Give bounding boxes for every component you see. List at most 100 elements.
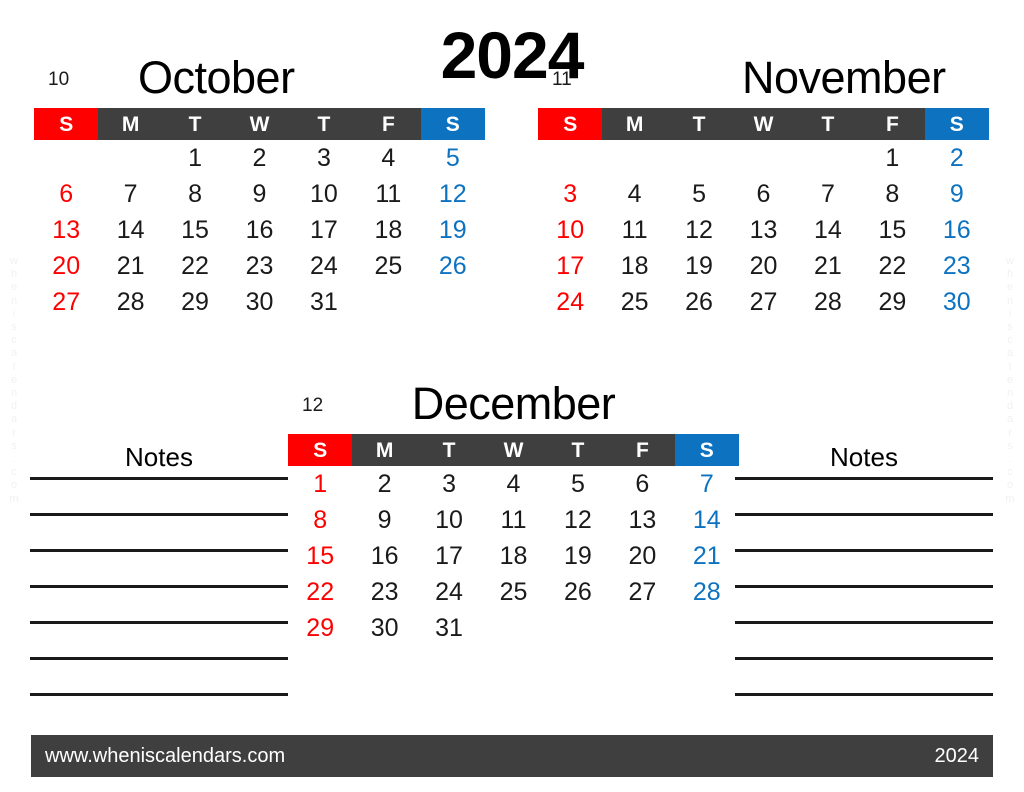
- day-cell[interactable]: 28: [675, 574, 739, 610]
- note-line[interactable]: [735, 513, 993, 516]
- day-cell[interactable]: 9: [352, 502, 416, 538]
- day-cell[interactable]: 21: [796, 248, 860, 284]
- day-cell[interactable]: 18: [356, 212, 420, 248]
- note-line[interactable]: [30, 657, 288, 660]
- day-cell[interactable]: 22: [288, 574, 352, 610]
- day-cell[interactable]: 5: [546, 466, 610, 502]
- day-cell[interactable]: 16: [227, 212, 291, 248]
- day-cell[interactable]: 28: [796, 284, 860, 320]
- day-cell[interactable]: 29: [288, 610, 352, 646]
- day-cell[interactable]: 26: [546, 574, 610, 610]
- day-cell[interactable]: 19: [546, 538, 610, 574]
- day-cell[interactable]: 30: [227, 284, 291, 320]
- day-cell[interactable]: 30: [925, 284, 989, 320]
- day-cell[interactable]: 30: [352, 610, 416, 646]
- day-cell[interactable]: 16: [925, 212, 989, 248]
- day-cell[interactable]: 13: [731, 212, 795, 248]
- day-cell[interactable]: 14: [796, 212, 860, 248]
- note-line[interactable]: [735, 549, 993, 552]
- day-cell[interactable]: 3: [417, 466, 481, 502]
- day-cell[interactable]: 7: [796, 176, 860, 212]
- day-cell[interactable]: 27: [610, 574, 674, 610]
- day-cell[interactable]: 11: [602, 212, 666, 248]
- day-cell[interactable]: 24: [292, 248, 356, 284]
- day-cell[interactable]: 26: [667, 284, 731, 320]
- day-cell[interactable]: 24: [417, 574, 481, 610]
- day-cell[interactable]: 18: [602, 248, 666, 284]
- day-cell[interactable]: 14: [98, 212, 162, 248]
- day-cell[interactable]: 18: [481, 538, 545, 574]
- day-cell[interactable]: 15: [860, 212, 924, 248]
- day-cell[interactable]: 27: [34, 284, 98, 320]
- day-cell[interactable]: 4: [602, 176, 666, 212]
- day-cell[interactable]: 29: [860, 284, 924, 320]
- day-cell[interactable]: 24: [538, 284, 602, 320]
- day-cell[interactable]: 12: [421, 176, 485, 212]
- note-line[interactable]: [30, 585, 288, 588]
- day-cell[interactable]: 23: [925, 248, 989, 284]
- note-line[interactable]: [735, 477, 993, 480]
- note-line[interactable]: [30, 549, 288, 552]
- day-cell[interactable]: 19: [667, 248, 731, 284]
- day-cell[interactable]: 19: [421, 212, 485, 248]
- day-cell[interactable]: 6: [610, 466, 674, 502]
- day-cell[interactable]: 16: [352, 538, 416, 574]
- day-cell[interactable]: 23: [227, 248, 291, 284]
- day-cell[interactable]: 15: [288, 538, 352, 574]
- day-cell[interactable]: 12: [546, 502, 610, 538]
- day-cell[interactable]: 31: [292, 284, 356, 320]
- day-cell[interactable]: 29: [163, 284, 227, 320]
- day-cell[interactable]: 17: [417, 538, 481, 574]
- day-cell[interactable]: 2: [925, 140, 989, 176]
- day-cell[interactable]: 1: [163, 140, 227, 176]
- day-cell[interactable]: 31: [417, 610, 481, 646]
- day-cell[interactable]: 2: [352, 466, 416, 502]
- note-line[interactable]: [30, 477, 288, 480]
- day-cell[interactable]: 14: [675, 502, 739, 538]
- day-cell[interactable]: 25: [602, 284, 666, 320]
- day-cell[interactable]: 10: [292, 176, 356, 212]
- day-cell[interactable]: 27: [731, 284, 795, 320]
- day-cell[interactable]: 3: [292, 140, 356, 176]
- day-cell[interactable]: 5: [421, 140, 485, 176]
- day-cell[interactable]: 13: [610, 502, 674, 538]
- day-cell[interactable]: 7: [98, 176, 162, 212]
- day-cell[interactable]: 9: [925, 176, 989, 212]
- note-line[interactable]: [30, 621, 288, 624]
- day-cell[interactable]: 26: [421, 248, 485, 284]
- day-cell[interactable]: 9: [227, 176, 291, 212]
- day-cell[interactable]: 1: [288, 466, 352, 502]
- note-line[interactable]: [30, 513, 288, 516]
- note-line[interactable]: [30, 693, 288, 696]
- note-line[interactable]: [735, 621, 993, 624]
- day-cell[interactable]: 4: [356, 140, 420, 176]
- day-cell[interactable]: 6: [731, 176, 795, 212]
- day-cell[interactable]: 7: [675, 466, 739, 502]
- day-cell[interactable]: 25: [356, 248, 420, 284]
- day-cell[interactable]: 4: [481, 466, 545, 502]
- day-cell[interactable]: 23: [352, 574, 416, 610]
- note-line[interactable]: [735, 657, 993, 660]
- day-cell[interactable]: 6: [34, 176, 98, 212]
- day-cell[interactable]: 2: [227, 140, 291, 176]
- footer-website-url[interactable]: www.wheniscalendars.com: [45, 746, 285, 766]
- note-line[interactable]: [735, 693, 993, 696]
- day-cell[interactable]: 22: [860, 248, 924, 284]
- day-cell[interactable]: 20: [610, 538, 674, 574]
- day-cell[interactable]: 13: [34, 212, 98, 248]
- day-cell[interactable]: 8: [288, 502, 352, 538]
- day-cell[interactable]: 1: [860, 140, 924, 176]
- day-cell[interactable]: 15: [163, 212, 227, 248]
- day-cell[interactable]: 20: [731, 248, 795, 284]
- day-cell[interactable]: 8: [860, 176, 924, 212]
- day-cell[interactable]: 20: [34, 248, 98, 284]
- day-cell[interactable]: 3: [538, 176, 602, 212]
- day-cell[interactable]: 11: [481, 502, 545, 538]
- day-cell[interactable]: 21: [98, 248, 162, 284]
- day-cell[interactable]: 8: [163, 176, 227, 212]
- day-cell[interactable]: 17: [538, 248, 602, 284]
- note-line[interactable]: [735, 585, 993, 588]
- day-cell[interactable]: 17: [292, 212, 356, 248]
- day-cell[interactable]: 21: [675, 538, 739, 574]
- day-cell[interactable]: 12: [667, 212, 731, 248]
